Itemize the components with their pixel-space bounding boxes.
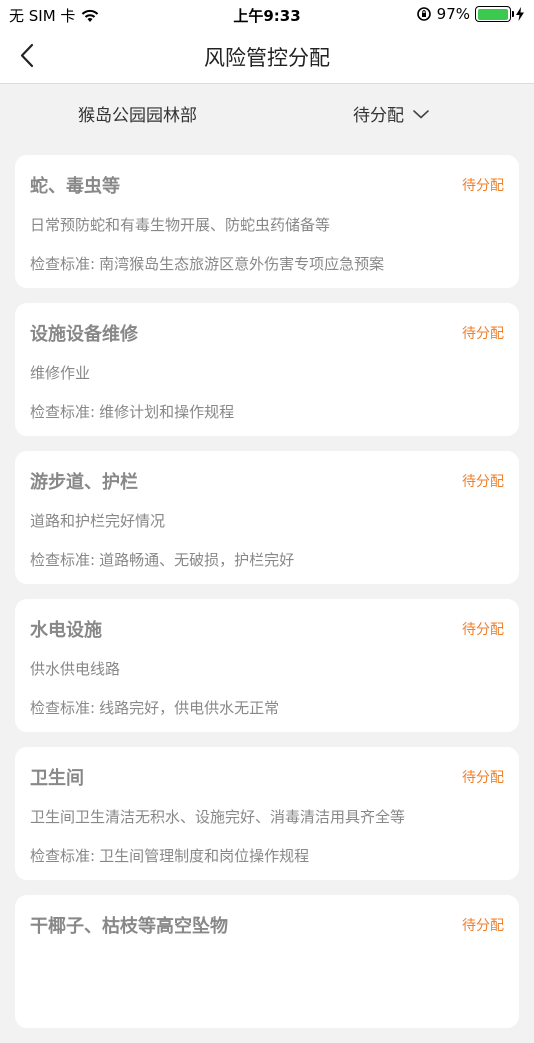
status-badge: 待分配 (462, 918, 504, 934)
charging-icon (516, 7, 524, 21)
standard-prefix: 检查标准: (30, 403, 96, 421)
risk-title: 干椰子、枯枝等高空坠物 (30, 916, 228, 937)
status-filter-label: 待分配 (353, 106, 404, 126)
risk-standard: 检查标准: 道路畅通、无破损，护栏完好 (30, 549, 294, 570)
nav-bar: 风险管控分配 (0, 28, 534, 84)
status-badge: 待分配 (462, 178, 504, 194)
risk-description: 道路和护栏完好情况 (30, 512, 166, 530)
risk-card[interactable]: 卫生间 待分配 卫生间卫生清洁无积水、设施完好、消毒清洁用具齐全等 检查标准: 卫… (15, 747, 519, 880)
standard-value: 卫生间管理制度和岗位操作规程 (99, 847, 310, 865)
battery-fill (477, 8, 508, 20)
filter-bar: 猴岛公园园林部 待分配 (0, 85, 534, 140)
risk-description: 供水供电线路 (30, 660, 121, 678)
standard-value: 道路畅通、无破损，护栏完好 (99, 551, 295, 569)
status-badge: 待分配 (462, 326, 504, 342)
risk-card[interactable]: 游步道、护栏 待分配 道路和护栏完好情况 检查标准: 道路畅通、无破损，护栏完好 (15, 451, 519, 584)
risk-title: 水电设施 (30, 620, 102, 641)
risk-title: 游步道、护栏 (30, 472, 138, 493)
standard-value: 维修计划和操作规程 (99, 403, 235, 421)
risk-description: 卫生间卫生清洁无积水、设施完好、消毒清洁用具齐全等 (30, 808, 406, 826)
standard-prefix: 检查标准: (30, 551, 96, 569)
risk-standard: 检查标准: 线路完好，供电供水无正常 (30, 697, 279, 718)
status-right: 97% (416, 5, 524, 23)
risk-title: 卫生间 (30, 768, 84, 789)
department-filter[interactable]: 猴岛公园园林部 (78, 101, 197, 126)
standard-prefix: 检查标准: (30, 847, 96, 865)
risk-title: 蛇、毒虫等 (30, 176, 120, 197)
standard-value: 线路完好，供电供水无正常 (99, 699, 280, 717)
status-badge: 待分配 (462, 770, 504, 786)
status-badge: 待分配 (462, 474, 504, 490)
risk-standard: 检查标准: 维修计划和操作规程 (30, 401, 234, 422)
status-filter-dropdown[interactable]: 待分配 (353, 101, 430, 126)
standard-value: 南湾猴岛生态旅游区意外伤害专项应急预案 (99, 255, 385, 273)
risk-standard: 检查标准: 卫生间管理制度和岗位操作规程 (30, 845, 309, 866)
battery-percent: 97% (436, 5, 470, 23)
risk-card[interactable]: 干椰子、枯枝等高空坠物 待分配 (15, 895, 519, 1028)
page-title: 风险管控分配 (204, 46, 330, 70)
risk-list: 蛇、毒虫等 待分配 日常预防蛇和有毒生物开展、防蛇虫药储备等 检查标准: 南湾猴岛… (0, 155, 534, 1043)
chevron-down-icon (413, 109, 429, 118)
risk-description: 维修作业 (30, 364, 91, 382)
standard-prefix: 检查标准: (30, 255, 96, 273)
battery-icon (475, 6, 514, 22)
risk-card[interactable]: 蛇、毒虫等 待分配 日常预防蛇和有毒生物开展、防蛇虫药储备等 检查标准: 南湾猴岛… (15, 155, 519, 288)
risk-standard: 检查标准: 南湾猴岛生态旅游区意外伤害专项应急预案 (30, 253, 384, 274)
status-badge: 待分配 (462, 622, 504, 638)
status-bar: 无 SIM 卡 上午9:33 97% (0, 0, 534, 28)
risk-card[interactable]: 设施设备维修 待分配 维修作业 检查标准: 维修计划和操作规程 (15, 303, 519, 436)
risk-description: 日常预防蛇和有毒生物开展、防蛇虫药储备等 (30, 216, 331, 234)
standard-prefix: 检查标准: (30, 699, 96, 717)
risk-title: 设施设备维修 (30, 324, 138, 345)
orientation-lock-icon (416, 7, 431, 21)
risk-card[interactable]: 水电设施 待分配 供水供电线路 检查标准: 线路完好，供电供水无正常 (15, 599, 519, 732)
